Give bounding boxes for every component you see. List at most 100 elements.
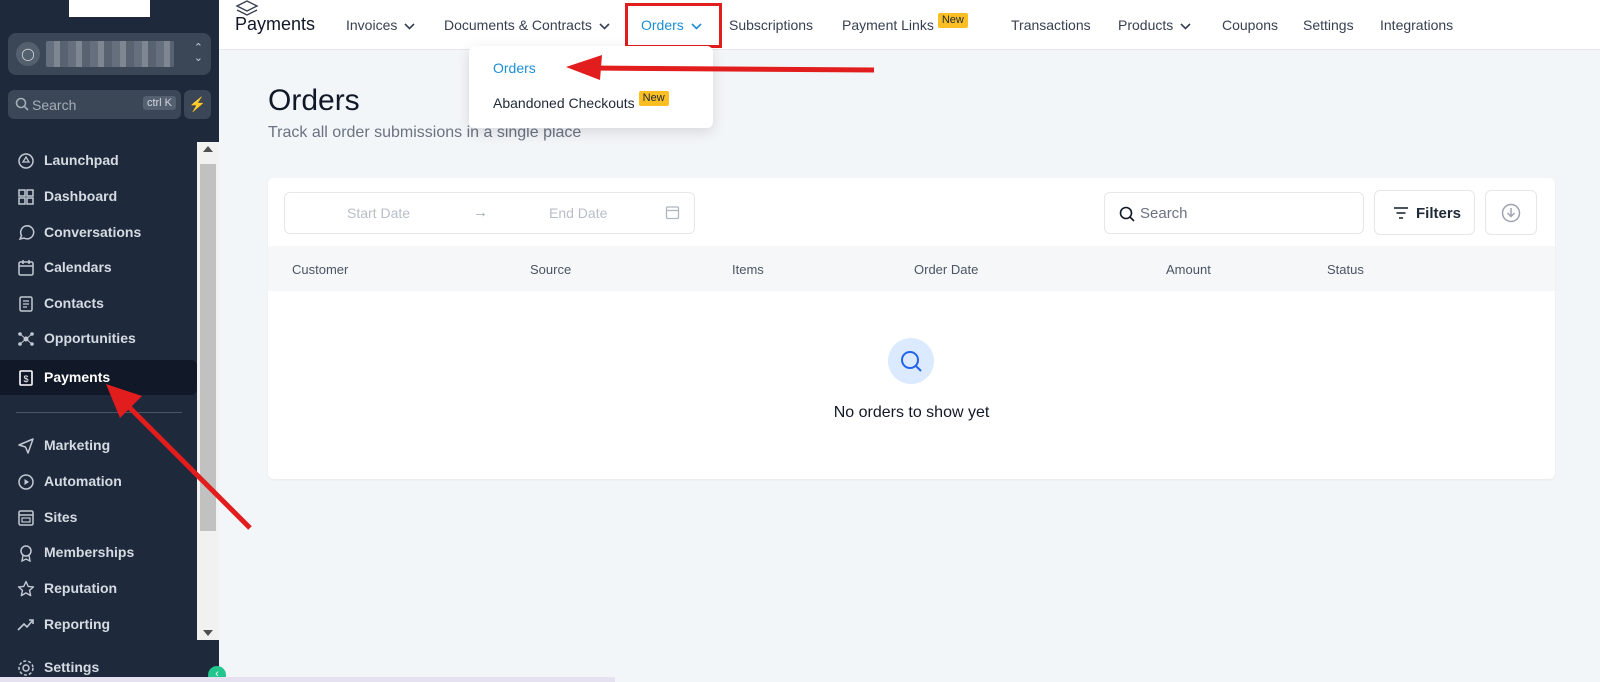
- new-badge: New: [937, 13, 968, 28]
- tab-integrations[interactable]: Integrations: [1380, 17, 1453, 33]
- filter-icon: [1394, 207, 1408, 219]
- account-switcher[interactable]: ◯ ⌃ ⌄: [8, 33, 211, 75]
- sidebar-item-automation[interactable]: Automation: [0, 464, 197, 499]
- page-section-title: Payments: [235, 14, 316, 34]
- receipt-icon: $: [19, 370, 33, 386]
- empty-state-message: No orders to show yet: [833, 404, 990, 421]
- scrollbar-thumb[interactable]: [200, 164, 216, 531]
- sidebar-item-payments[interactable]: $ Payments: [0, 360, 197, 395]
- search-icon: [901, 351, 922, 372]
- sidebar-item-label: Payments: [44, 369, 111, 385]
- tab-subscriptions[interactable]: Subscriptions: [729, 17, 813, 33]
- tab-label: Integrations: [1380, 17, 1454, 33]
- sidebar-item-dashboard[interactable]: Dashboard: [0, 179, 197, 214]
- address-book-icon: [19, 296, 33, 312]
- tab-products[interactable]: Products: [1118, 17, 1191, 33]
- tab-invoices[interactable]: Invoices: [346, 17, 415, 33]
- tab-settings[interactable]: Settings: [1303, 17, 1354, 33]
- end-date-input[interactable]: End Date: [549, 205, 607, 221]
- sidebar-search-input[interactable]: Search ctrl K: [8, 90, 181, 119]
- new-badge: New: [638, 91, 669, 106]
- orders-dropdown-menu: Orders Abandoned Checkouts New: [469, 46, 713, 128]
- column-amount[interactable]: Amount: [1166, 262, 1211, 277]
- tab-label: Transactions: [1011, 17, 1091, 33]
- download-button[interactable]: [1485, 190, 1537, 235]
- orders-tab-highlight: [625, 3, 722, 48]
- column-source[interactable]: Source: [530, 262, 571, 277]
- send-icon: [18, 438, 34, 454]
- quick-action-button[interactable]: ⚡: [184, 90, 211, 119]
- rocket-icon: [18, 153, 34, 169]
- tab-label: Invoices: [346, 17, 398, 33]
- company-logo: [69, 0, 150, 17]
- filters-button[interactable]: Filters: [1374, 190, 1475, 235]
- orders-search-input[interactable]: Search: [1104, 192, 1364, 234]
- sidebar-item-marketing[interactable]: Marketing: [0, 428, 197, 463]
- tab-label: Coupons: [1222, 17, 1279, 33]
- sidebar-search-placeholder: Search: [32, 97, 77, 113]
- download-icon: [1501, 203, 1521, 223]
- sidebar-item-label: Opportunities: [44, 330, 136, 346]
- sidebar-item-label: Marketing: [44, 437, 111, 453]
- tab-documents-contracts[interactable]: Documents & Contracts: [444, 17, 610, 33]
- tab-label: Payment Links: [842, 17, 934, 33]
- search-shortcut-badge: ctrl K: [142, 96, 176, 110]
- search-icon: [15, 97, 29, 111]
- automation-icon: [18, 474, 34, 490]
- lightning-icon: ⚡: [188, 96, 207, 112]
- svg-text:$: $: [23, 374, 28, 384]
- star-icon: [17, 580, 35, 597]
- user-avatar-icon: ◯: [16, 42, 40, 66]
- orders-card: Start Date → End Date Search Filters Cus…: [268, 178, 1555, 479]
- sidebar-item-label: Contacts: [44, 295, 104, 311]
- sidebar-item-reporting[interactable]: Reporting: [0, 607, 197, 642]
- sidebar-item-label: Conversations: [44, 224, 142, 240]
- tab-transactions[interactable]: Transactions: [1011, 17, 1091, 33]
- sidebar-item-label: Sites: [44, 509, 78, 525]
- sidebar-item-conversations[interactable]: Conversations: [0, 215, 197, 250]
- sidebar-item-launchpad[interactable]: Launchpad: [0, 143, 197, 178]
- sidebar-item-opportunities[interactable]: Opportunities: [0, 321, 197, 356]
- scroll-down-icon[interactable]: [203, 630, 213, 636]
- sidebar-divider: [16, 412, 182, 413]
- chat-icon: [18, 225, 35, 241]
- sidebar-item-calendars[interactable]: Calendars: [0, 250, 197, 285]
- tab-payment-links[interactable]: Payment Links New: [842, 13, 968, 35]
- tab-coupons[interactable]: Coupons: [1222, 17, 1278, 33]
- network-icon: [18, 332, 34, 346]
- scroll-up-icon[interactable]: [203, 146, 213, 152]
- chevron-down-icon: [599, 23, 610, 30]
- sidebar-item-label: Calendars: [44, 259, 112, 275]
- sidebar-item-label: Memberships: [44, 544, 135, 560]
- sidebar-item-reputation[interactable]: Reputation: [0, 571, 197, 606]
- date-range-picker[interactable]: Start Date → End Date: [284, 192, 695, 234]
- tab-label: Subscriptions: [729, 17, 814, 33]
- tab-label: Documents & Contracts: [444, 17, 592, 33]
- filters-label: Filters: [1416, 205, 1462, 222]
- sidebar-item-contacts[interactable]: Contacts: [0, 286, 197, 321]
- column-customer[interactable]: Customer: [292, 262, 348, 277]
- chevron-down-icon: [1180, 23, 1191, 30]
- sidebar-item-sites[interactable]: Sites: [0, 500, 197, 535]
- search-icon: [1119, 206, 1135, 222]
- sidebar-item-label: Dashboard: [44, 188, 118, 204]
- start-date-input[interactable]: Start Date: [347, 205, 410, 221]
- empty-state-icon: [888, 338, 934, 384]
- column-status[interactable]: Status: [1327, 262, 1364, 277]
- sidebar: ◯ ⌃ ⌄ Search ctrl K ⚡ Launchpad Dashboard…: [0, 0, 219, 682]
- column-items[interactable]: Items: [732, 262, 764, 277]
- arrow-right-icon: →: [473, 204, 488, 221]
- menu-item-orders[interactable]: Orders: [493, 60, 536, 76]
- sidebar-item-memberships[interactable]: Memberships: [0, 535, 197, 570]
- calendar-icon: [18, 260, 34, 276]
- sidebar-item-label: Automation: [44, 473, 122, 489]
- browser-icon: [18, 510, 34, 526]
- menu-item-abandoned-checkouts[interactable]: Abandoned Checkouts New: [493, 91, 669, 113]
- calendar-icon: [665, 206, 680, 220]
- sidebar-item-label: Reporting: [44, 616, 111, 632]
- chevron-updown-icon: ⌃ ⌄: [193, 42, 203, 64]
- search-placeholder: Search: [1140, 205, 1188, 222]
- column-order-date[interactable]: Order Date: [914, 262, 978, 277]
- sidebar-scrollbar[interactable]: [197, 142, 219, 640]
- trend-icon: [17, 619, 34, 631]
